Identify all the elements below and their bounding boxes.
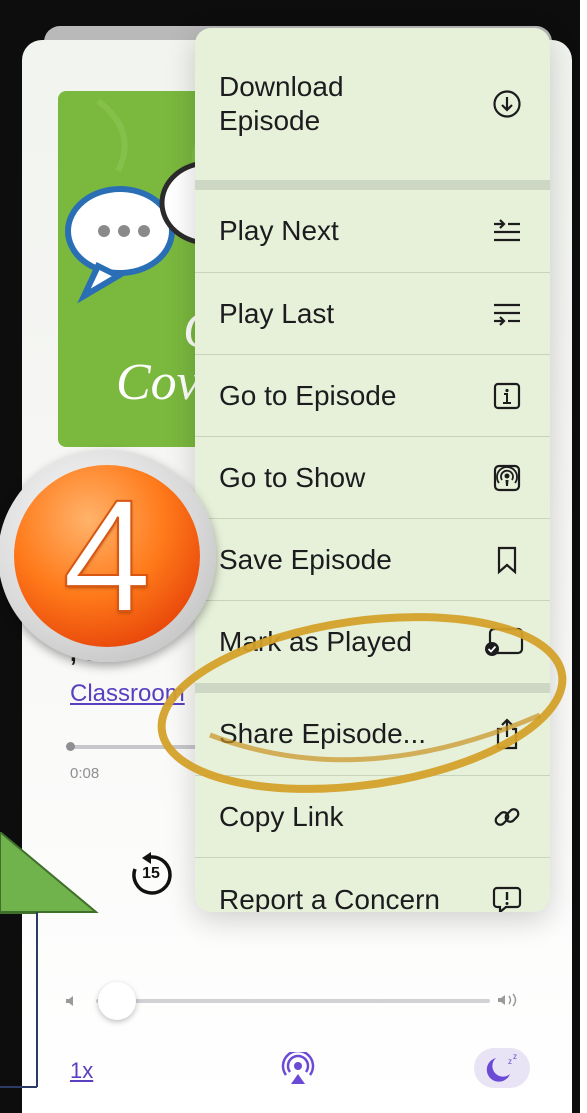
- menu-item-label: Go to Episode: [219, 379, 397, 411]
- play-next-icon: [490, 214, 524, 248]
- menu-item-download-episode[interactable]: Download Episode: [195, 28, 550, 180]
- menu-item-report-a-concern[interactable]: Report a Concern: [195, 858, 550, 912]
- airplay-icon[interactable]: [281, 1049, 315, 1086]
- menu-item-label: Report a Concern: [219, 884, 441, 912]
- report-bubble-icon: [490, 883, 524, 912]
- download-circle-icon: [490, 87, 524, 121]
- info-square-icon: [490, 379, 524, 413]
- highlight-ellipse-annotation: [157, 613, 567, 793]
- menu-item-go-to-episode[interactable]: Go to Episode: [195, 355, 550, 436]
- volume-high-icon: [498, 993, 520, 1007]
- menu-item-play-last[interactable]: Play Last: [195, 273, 550, 354]
- step-number-badge: 4: [14, 465, 200, 647]
- menu-item-go-to-show[interactable]: Go to Show: [195, 437, 550, 518]
- green-arrow-annotation: [0, 832, 99, 1088]
- svg-text:z: z: [513, 1052, 517, 1061]
- moon-zzz-icon: z z: [486, 1052, 517, 1082]
- step-number: 4: [62, 466, 153, 645]
- svg-text:z: z: [508, 1057, 512, 1066]
- artwork-title-line2: Cov: [116, 354, 200, 411]
- sleep-timer-button[interactable]: z z: [474, 1048, 530, 1088]
- progress-thumb[interactable]: [66, 742, 75, 751]
- podcast-square-icon: [490, 461, 524, 495]
- elapsed-time: 0:08: [70, 765, 100, 782]
- menu-item-play-next[interactable]: Play Next: [195, 190, 550, 272]
- menu-item-label: Go to Show: [219, 461, 366, 493]
- menu-item-label: Play Last: [219, 297, 335, 329]
- menu-item-label: Save Episode: [219, 543, 392, 575]
- play-last-icon: [490, 297, 524, 331]
- bookmark-icon: [490, 543, 524, 577]
- menu-item-label: Play Next: [219, 215, 339, 247]
- menu-item-label: Download Episode: [219, 71, 344, 136]
